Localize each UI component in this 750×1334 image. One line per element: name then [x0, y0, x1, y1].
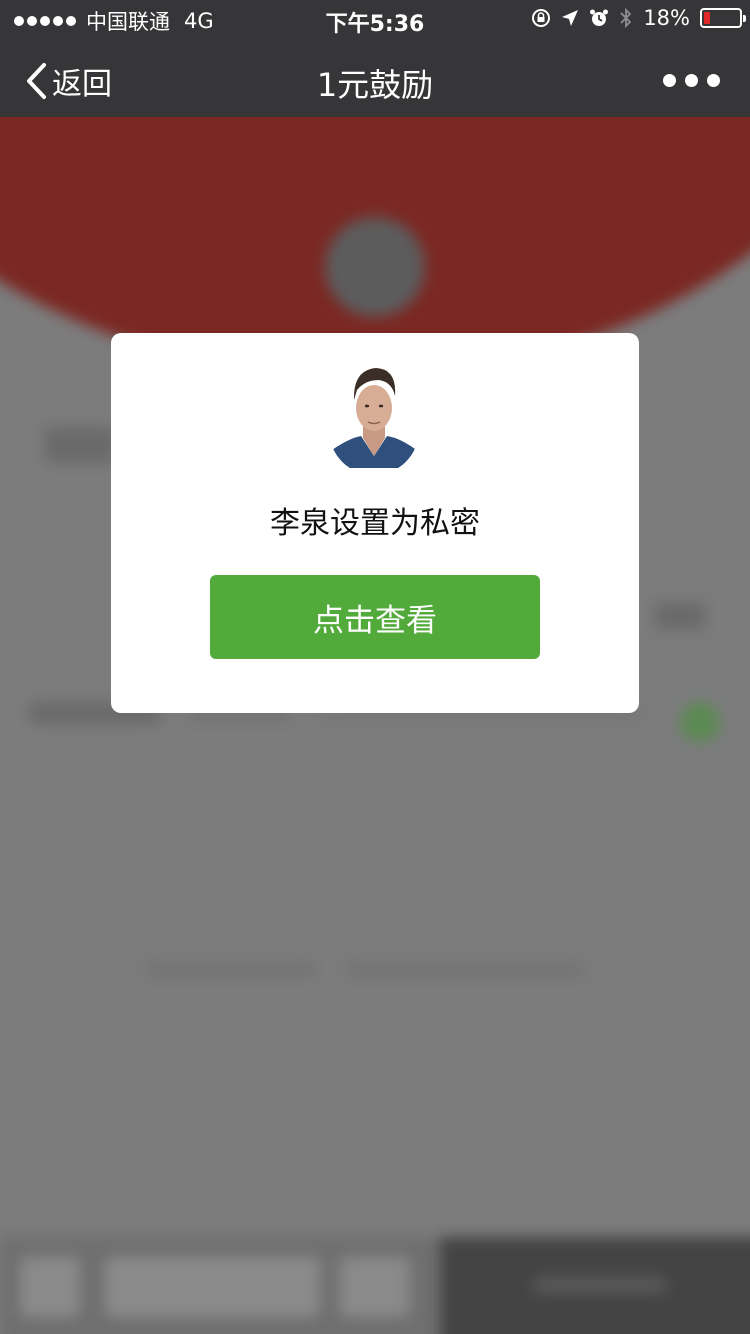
- avatar-portrait-icon: [329, 360, 419, 468]
- background-bottom-pill: [105, 1257, 320, 1317]
- more-dot-icon: [663, 74, 676, 87]
- location-icon: [562, 10, 579, 26]
- battery-level: [704, 12, 711, 24]
- background-text-block: [655, 602, 705, 630]
- background-page-overlay: [0, 117, 750, 1334]
- more-dot-icon: [685, 74, 698, 87]
- nav-bar: 返回 1元鼓励: [0, 40, 750, 117]
- privacy-message: 李泉设置为私密: [270, 506, 480, 541]
- background-text-block: [345, 962, 585, 976]
- background-blur: [0, 117, 750, 1334]
- bluetooth-icon: [620, 7, 632, 29]
- battery-icon: [700, 8, 746, 28]
- background-text-block: [145, 962, 315, 976]
- view-button[interactable]: 点击查看: [210, 575, 540, 659]
- user-avatar: [329, 360, 419, 468]
- background-bottom-pill: [340, 1257, 410, 1317]
- background-avatar: [325, 217, 425, 317]
- battery-percent: 18%: [643, 6, 690, 30]
- alarm-icon: [590, 9, 609, 26]
- privacy-dialog: 李泉设置为私密 点击查看: [111, 333, 639, 713]
- rotation-lock-icon: [532, 9, 551, 27]
- background-green-dot: [680, 702, 720, 742]
- background-text-block: [535, 1277, 665, 1293]
- more-button[interactable]: [663, 74, 720, 87]
- status-bar: 中国联通 4G 下午5:36 18%: [0, 0, 750, 40]
- background-text-block: [45, 427, 115, 463]
- more-dot-icon: [707, 74, 720, 87]
- background-bottom-pill: [20, 1257, 80, 1317]
- status-right: 18%: [531, 6, 746, 30]
- page-title: 1元鼓励: [316, 66, 434, 104]
